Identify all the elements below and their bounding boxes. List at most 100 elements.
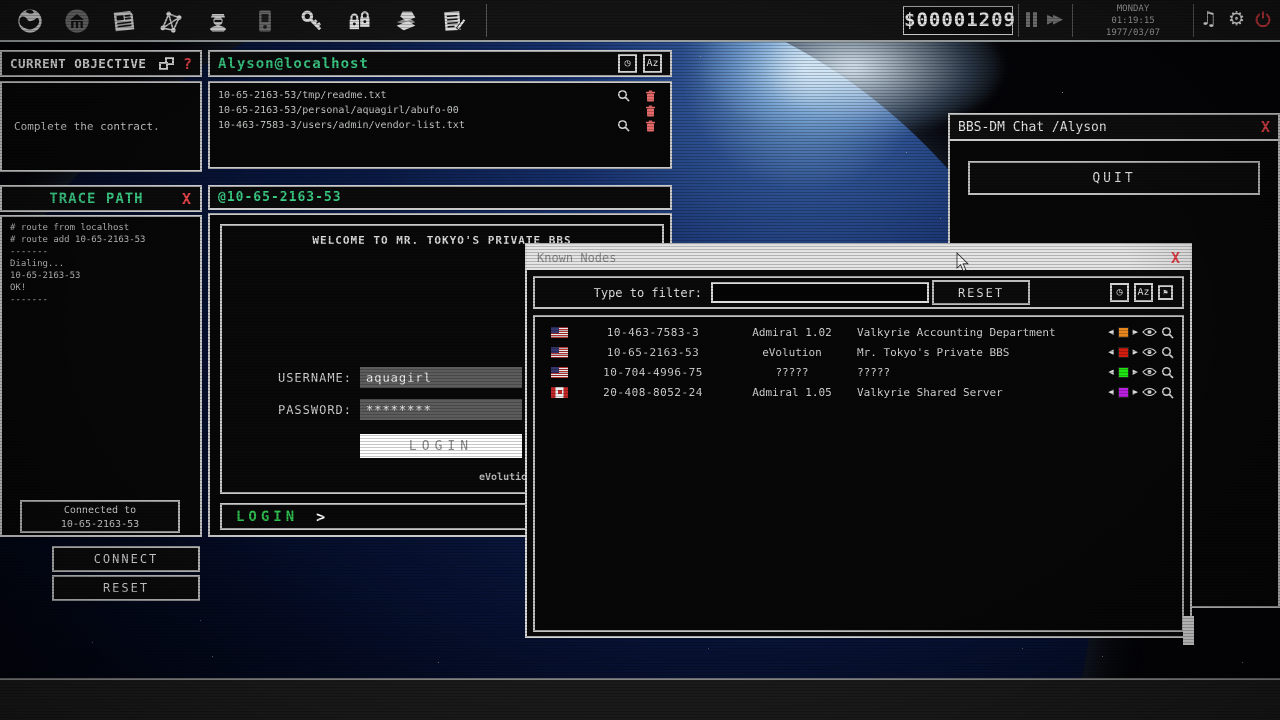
color-prev-icon[interactable]: ◀ [1108,348,1113,356]
watch-node-icon[interactable] [1142,347,1157,357]
music-icon[interactable]: ♫ [1200,8,1217,30]
clock-day: MONDAY [1076,3,1190,15]
node-row: 20-408-8052-24 Admiral 1.05 Valkyrie Sha… [535,382,1182,402]
inspect-node-icon[interactable] [1161,386,1174,399]
file-path: 10-463-7583-3/users/admin/vendor-list.tx… [218,120,608,131]
node-software: eVolution [727,346,857,359]
node-color-swatch[interactable] [1118,367,1129,378]
inspect-node-icon[interactable] [1161,326,1174,339]
watch-node-icon[interactable] [1142,387,1157,397]
reset-trace-button[interactable]: RESET [52,575,200,601]
color-next-icon[interactable]: ▶ [1133,388,1138,396]
trace-titlebar: TRACE PATH X [0,185,202,212]
close-icon[interactable]: X [1171,249,1180,267]
objective-text: Complete the contract. [14,120,160,133]
node-software: Admiral 1.05 [727,386,857,399]
close-icon[interactable]: X [182,190,191,208]
pause-icon[interactable] [1026,12,1037,27]
objective-title: CURRENT OBJECTIVE [10,56,159,71]
trace-title: TRACE PATH [11,191,182,207]
node-number: 10-704-4996-75 [579,366,727,379]
delete-file-icon[interactable] [638,105,662,117]
filter-input[interactable] [711,282,929,303]
network-icon[interactable] [155,5,186,36]
view-file-icon[interactable] [608,89,638,102]
clock-display: MONDAY 01:19:15 1977/03/07 [1076,3,1190,39]
sort-az-button[interactable]: Az [1134,283,1153,302]
world-icon[interactable] [14,5,45,36]
news-icon[interactable] [108,5,139,36]
color-next-icon[interactable]: ▶ [1133,348,1138,356]
notes-icon[interactable] [437,5,468,36]
node-row: 10-65-2163-53 eVolution Mr. Tokyo's Priv… [535,342,1182,362]
username-field[interactable] [360,367,522,388]
toolbar-icons [14,5,468,36]
node-description: ????? [857,366,1086,379]
password-row: PASSWORD: [222,399,522,420]
trace-line: ------- [10,294,192,306]
delete-file-icon[interactable] [638,120,662,132]
clock-date: 1977/03/07 [1076,27,1190,39]
clock-time: 01:19:15 [1076,15,1190,27]
node-color-swatch[interactable] [1118,347,1129,358]
power-icon[interactable] [1254,10,1272,33]
software-icon[interactable] [390,5,421,36]
encryption-icon[interactable] [343,5,374,36]
quit-button[interactable]: QUIT [968,161,1260,195]
trace-panel: # route from localhost # route add 10-65… [0,215,202,537]
node-software: Admiral 1.02 [727,326,857,339]
inspect-node-icon[interactable] [1161,366,1174,379]
node-row: 10-704-4996-75 ????? ????? ◀ ▶ [535,362,1182,382]
node-color-swatch[interactable] [1118,327,1129,338]
toolbar-separator [486,4,487,37]
node-list: 10-463-7583-3 Admiral 1.02 Valkyrie Acco… [533,315,1184,632]
help-icon[interactable]: ? [183,55,192,73]
file-row: 10-65-2163-53/tmp/readme.txt [218,88,662,103]
bank-icon[interactable] [61,5,92,36]
sort-time-button[interactable]: ◷ [1110,283,1129,302]
node-description: Mr. Tokyo's Private BBS [857,346,1086,359]
fast-forward-icon[interactable]: ▶▶ [1047,11,1059,27]
node-row: 10-463-7583-3 Admiral 1.02 Valkyrie Acco… [535,322,1182,342]
gear-icon[interactable]: ⚙ [1228,8,1245,30]
filter-label: Type to filter: [544,286,702,300]
country-flag-icon [551,347,568,358]
view-file-icon[interactable] [608,119,638,132]
phone-icon[interactable] [249,5,280,36]
color-next-icon[interactable]: ▶ [1133,368,1138,376]
color-prev-icon[interactable]: ◀ [1108,328,1113,336]
node-number: 10-463-7583-3 [579,326,727,339]
inspect-node-icon[interactable] [1161,346,1174,359]
contracts-icon[interactable] [202,5,233,36]
username-row: USERNAME: [222,367,522,388]
sort-az-button[interactable]: Az [643,54,662,73]
node-color-swatch[interactable] [1118,387,1129,398]
node-description: Valkyrie Shared Server [857,386,1086,399]
color-next-icon[interactable]: ▶ [1133,328,1138,336]
delete-file-icon[interactable] [638,90,662,102]
password-field[interactable] [360,399,522,420]
close-icon[interactable]: X [1261,118,1270,136]
watch-node-icon[interactable] [1142,367,1157,377]
node-software: ????? [727,366,857,379]
resize-handle[interactable] [1183,616,1194,645]
bbs-login-button[interactable]: LOGIN [360,434,522,458]
watch-node-icon[interactable] [1142,327,1157,337]
color-prev-icon[interactable]: ◀ [1108,368,1113,376]
connect-button[interactable]: CONNECT [52,546,200,572]
known-nodes-window: Known Nodes X Type to filter: RESET ◷ Az… [525,243,1192,638]
bottom-strip [0,678,1280,720]
restore-window-icon[interactable] [159,57,174,70]
connected-status: Connected to 10-65-2163-53 [20,500,180,533]
filter-reset-button[interactable]: RESET [932,280,1030,305]
login-bar-label: LOGIN [236,509,298,525]
sort-time-button[interactable]: ◷ [618,54,637,73]
known-nodes-title: Known Nodes [537,251,1171,265]
color-prev-icon[interactable]: ◀ [1108,388,1113,396]
trace-line: Dialing... [10,258,192,270]
file-row: 10-463-7583-3/users/admin/vendor-list.tx… [218,118,662,133]
toolbar-separator [1193,4,1194,37]
sort-flag-button[interactable]: ⚑ [1158,285,1173,300]
keys-icon[interactable] [296,5,327,36]
known-nodes-titlebar[interactable]: Known Nodes X [527,245,1190,270]
